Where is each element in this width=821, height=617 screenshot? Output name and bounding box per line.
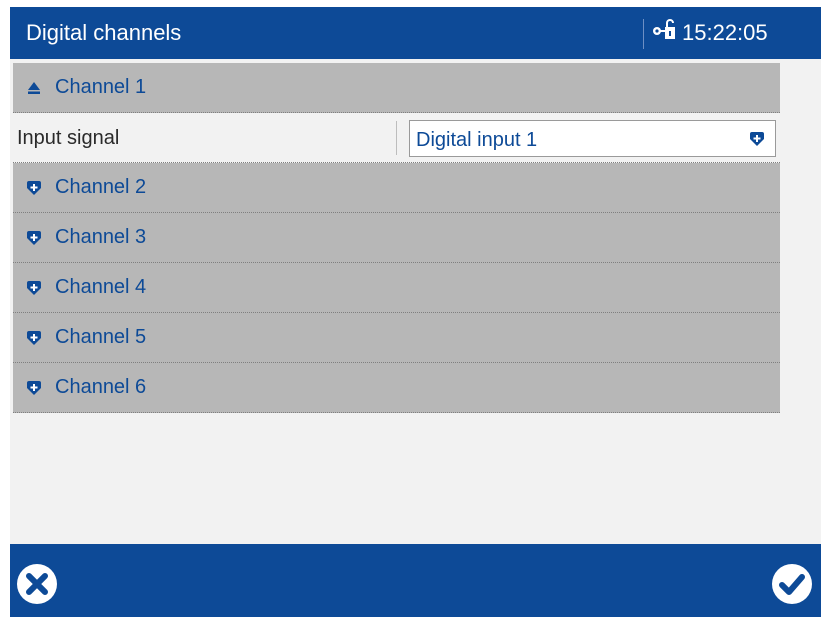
expand-arrow-icon: [27, 331, 41, 345]
input-signal-row: Input signal Digital input 1: [13, 113, 780, 163]
channel-list: Channel 1 Input signal Digital input 1 C…: [13, 63, 780, 413]
collapse-arrow-icon: [28, 82, 40, 94]
channel-3-label: Channel 3: [55, 226, 147, 248]
unlocked-key-icon: [652, 19, 682, 47]
channel-2-header[interactable]: Channel 2: [13, 163, 780, 213]
channel-5-label: Channel 5: [55, 326, 147, 348]
input-signal-select[interactable]: Digital input 1: [409, 120, 776, 157]
dropdown-arrow-icon: [750, 132, 764, 146]
channel-4-label: Channel 4: [55, 276, 147, 298]
channel-2-label: Channel 2: [55, 176, 147, 198]
footer-bar: [10, 544, 821, 617]
param-divider: [396, 121, 397, 155]
page-title: Digital channels: [26, 20, 182, 45]
channel-5-header[interactable]: Channel 5: [13, 313, 780, 363]
expand-arrow-icon: [27, 181, 41, 195]
app-window: Digital channels 15:22:05 Channel 1 Inpu…: [10, 7, 821, 617]
input-signal-value: Digital input 1: [416, 129, 538, 151]
channel-1-header[interactable]: Channel 1: [13, 63, 780, 113]
status-area: 15:22:05: [652, 19, 768, 47]
expand-arrow-icon: [27, 231, 41, 245]
checkmark-icon: [772, 564, 812, 604]
channel-1-label: Channel 1: [55, 76, 147, 98]
input-signal-label: Input signal: [17, 127, 120, 149]
title-bar: Digital channels 15:22:05: [10, 7, 821, 59]
channel-6-label: Channel 6: [55, 376, 147, 398]
channel-3-header[interactable]: Channel 3: [13, 213, 780, 263]
channel-6-header[interactable]: Channel 6: [13, 363, 780, 413]
cancel-button[interactable]: [15, 562, 59, 606]
clock-time: 15:22:05: [682, 20, 768, 45]
cancel-icon: [17, 564, 57, 604]
confirm-button[interactable]: [770, 562, 814, 606]
title-separator: [643, 19, 644, 49]
expand-arrow-icon: [27, 381, 41, 395]
channel-4-header[interactable]: Channel 4: [13, 263, 780, 313]
expand-arrow-icon: [27, 281, 41, 295]
